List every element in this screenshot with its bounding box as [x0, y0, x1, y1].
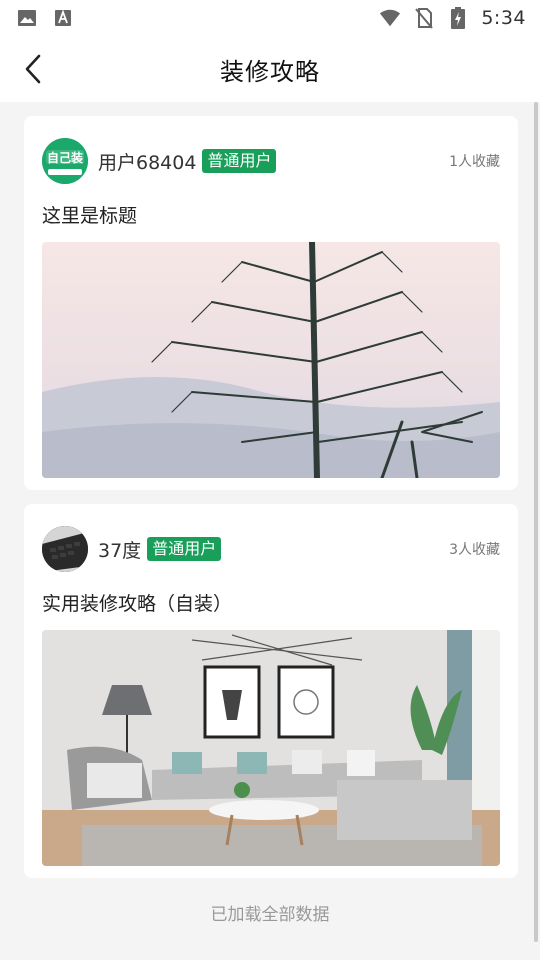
avatar[interactable]: 自己装	[42, 138, 88, 184]
chevron-left-icon	[25, 54, 41, 84]
wifi-icon	[379, 7, 401, 29]
no-sim-icon	[413, 7, 435, 29]
text-a-icon	[52, 7, 74, 29]
user-badge: 普通用户	[202, 149, 277, 173]
load-status: 已加载全部数据	[210, 905, 330, 925]
author-name[interactable]: 用户68404	[98, 148, 196, 175]
user-badge: 普通用户	[147, 537, 222, 561]
scrollbar[interactable]	[534, 102, 538, 942]
clock: 5:34	[481, 7, 526, 29]
page-title: 装修攻略	[220, 57, 320, 86]
image-icon	[16, 7, 38, 29]
back-button[interactable]	[14, 50, 52, 88]
post-header: 37度 普通用户 3人收藏	[42, 518, 500, 580]
favorite-count: 3人收藏	[449, 542, 500, 558]
battery-charging-icon	[447, 7, 469, 29]
author-name[interactable]: 37度	[98, 536, 141, 563]
post-image[interactable]	[42, 242, 500, 478]
avatar-logo-text: 自己装	[47, 150, 83, 165]
avatar[interactable]	[42, 526, 88, 572]
post-card[interactable]: 自己装 用户68404 普通用户 1人收藏 这里是标题	[24, 116, 518, 490]
post-header: 自己装 用户68404 普通用户 1人收藏	[42, 130, 500, 192]
status-bar: 5:34	[0, 0, 540, 36]
post-title[interactable]: 这里是标题	[42, 202, 500, 230]
post-image[interactable]	[42, 630, 500, 866]
app-bar: 装修攻略	[0, 36, 540, 102]
post-list[interactable]: 自己装 用户68404 普通用户 1人收藏 这里是标题 37度 普通用户 3人收…	[0, 102, 540, 960]
post-title[interactable]: 实用装修攻略（自装）	[42, 590, 500, 618]
post-card[interactable]: 37度 普通用户 3人收藏 实用装修攻略（自装）	[24, 504, 518, 878]
favorite-count: 1人收藏	[449, 154, 500, 170]
